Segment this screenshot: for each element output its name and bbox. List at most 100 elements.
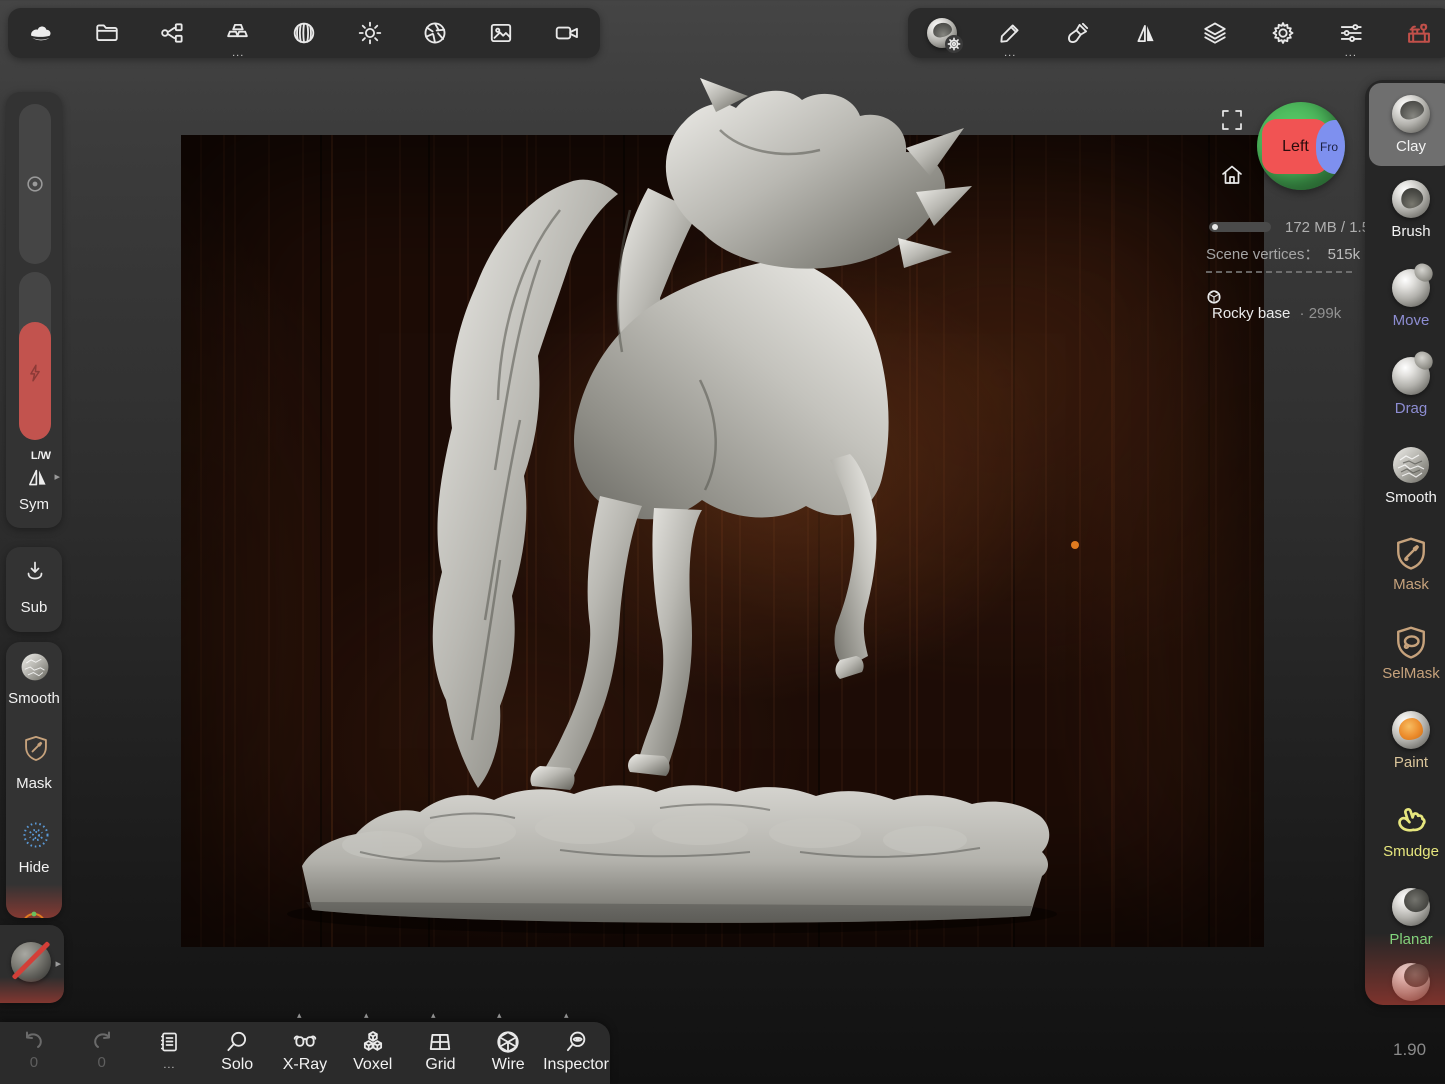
top-left-toolbar: ... [8,8,600,58]
hide-dotted-icon[interactable] [21,820,51,850]
nomad-logo[interactable] [13,8,69,58]
fullscreen-icon[interactable] [1221,109,1243,131]
stroke-more-dots: ... [1004,49,1016,57]
xray-caret[interactable]: ▴ [297,1010,302,1021]
intensity-slider[interactable] [19,272,51,440]
tool-brush[interactable]: Brush [1365,166,1445,255]
tool-planar[interactable]: Planar [1365,874,1445,963]
topology-more-dots: ... [232,49,244,57]
files-folder-icon[interactable] [79,8,135,58]
camera-video-icon[interactable] [539,8,595,58]
inspector-button[interactable]: Inspector [546,1022,606,1084]
sym-label[interactable]: Sym [6,496,62,513]
radius-slider[interactable] [19,104,51,264]
hide-label[interactable]: Hide [6,859,62,876]
smooth-rock-icon[interactable] [20,652,50,682]
object-name: Rocky base [1212,305,1290,322]
postprocess-aperture-icon[interactable] [407,8,463,58]
paint-brush-icon[interactable] [1050,8,1106,58]
xray-button[interactable]: X-Ray [275,1022,335,1084]
smudge-finger-icon [1392,800,1430,838]
intensity-lightning-icon [24,362,46,384]
smooth-label[interactable]: Smooth [6,690,62,707]
tool-next-partial[interactable] [1365,963,1445,1006]
interface-sliders-icon[interactable]: ... [1323,8,1379,58]
gizmo-partial-icon[interactable] [19,908,49,918]
brush-tools-panel: Clay Brush Move Drag Smooth Mask SelMask… [1365,80,1445,1005]
material-sphere-icon[interactable] [914,8,970,58]
drag-sphere-icon [1392,357,1430,395]
topology-bricks-icon[interactable]: ... [210,8,266,58]
tool-smudge[interactable]: Smudge [1365,786,1445,875]
material-gear-badge [944,34,964,54]
sym-mirror-icon[interactable] [25,464,51,490]
background-image-icon[interactable] [473,8,529,58]
sym-expand-arrow[interactable]: ▸ [54,470,60,483]
voxel-button[interactable]: Voxel [343,1022,403,1084]
grid-caret[interactable]: ▴ [431,1010,436,1021]
tool-move[interactable]: Move [1365,255,1445,344]
app-version: 1.90 [1393,1040,1426,1060]
bottom-toolbar: 0 0 ... Solo X-Ray Voxel Grid Wire Inspe… [0,1022,610,1084]
mask-shield-icon [1393,535,1429,571]
toolbox-icon[interactable] [1391,8,1445,58]
tool-mask[interactable]: Mask [1365,520,1445,609]
selected-object-row[interactable]: Rocky base · 299k [1206,289,1341,322]
notebook-more-dots: ... [163,1057,175,1073]
top-right-toolbar: ... ... [908,8,1445,58]
paint-sphere-icon [1392,711,1430,749]
smooth-rock-icon [1392,446,1430,484]
stroke-settings-panel: L/W ▸ Sym [6,92,62,528]
scene-vertices-value: 515k [1328,246,1361,263]
redo-count: 0 [97,1055,105,1071]
quick-tools-panel: Smooth Mask Hide [6,642,62,918]
mirror-symmetry-icon[interactable] [1118,8,1174,58]
gizmo-front-face[interactable]: Fro [1316,120,1345,174]
mask-label[interactable]: Mask [6,775,62,792]
no-material-sphere-icon [11,942,51,982]
wire-caret[interactable]: ▴ [497,1010,502,1021]
tool-drag[interactable]: Drag [1365,343,1445,432]
lighting-sun-icon[interactable] [342,8,398,58]
object-vertex-count: · 299k [1300,305,1342,322]
sub-label: Sub [6,599,62,616]
undo-button[interactable]: 0 [4,1022,64,1084]
mirror-mode-label: L/W [6,450,62,462]
info-divider [1206,271,1352,273]
layers-icon[interactable] [1187,8,1243,58]
settings-gear-icon[interactable] [1255,8,1311,58]
partial-sphere-icon [1392,963,1430,1001]
grid-button[interactable]: Grid [410,1022,470,1084]
voxel-caret[interactable]: ▴ [364,1010,369,1021]
solo-button[interactable]: Solo [207,1022,267,1084]
wire-button[interactable]: Wire [478,1022,538,1084]
sub-arrow-icon [23,559,47,583]
viewport-backdrop[interactable] [181,135,1264,947]
selmask-shield-icon [1393,624,1429,660]
material-expand-arrow[interactable]: ▸ [55,957,61,970]
stroke-pencil-icon[interactable]: ... [982,8,1038,58]
no-material-panel[interactable]: ▸ [0,925,64,1003]
panel-fade [6,884,62,918]
tool-smooth[interactable]: Smooth [1365,432,1445,521]
scene-graph-icon[interactable] [144,8,200,58]
wire-sphere-icon [1206,289,1222,305]
planar-sphere-icon [1392,888,1430,926]
tool-paint[interactable]: Paint [1365,697,1445,786]
mask-shield-icon[interactable] [22,734,50,762]
notebook-button[interactable]: ... [139,1022,199,1084]
clay-sphere-icon [1392,95,1430,133]
move-sphere-icon [1392,269,1430,307]
sub-panel[interactable]: Sub [6,547,62,632]
tool-clay[interactable]: Clay [1369,83,1445,166]
matcap-sphere-icon[interactable] [276,8,332,58]
tool-selmask[interactable]: SelMask [1365,609,1445,698]
memory-usage-bar [1209,222,1271,232]
undo-count: 0 [30,1055,38,1071]
redo-button[interactable]: 0 [72,1022,132,1084]
inspector-caret[interactable]: ▴ [564,1010,569,1021]
brush-sphere-icon [1392,180,1430,218]
radius-icon [24,173,46,195]
orientation-gizmo[interactable]: Left Fro [1257,102,1345,190]
home-icon[interactable] [1220,163,1244,187]
